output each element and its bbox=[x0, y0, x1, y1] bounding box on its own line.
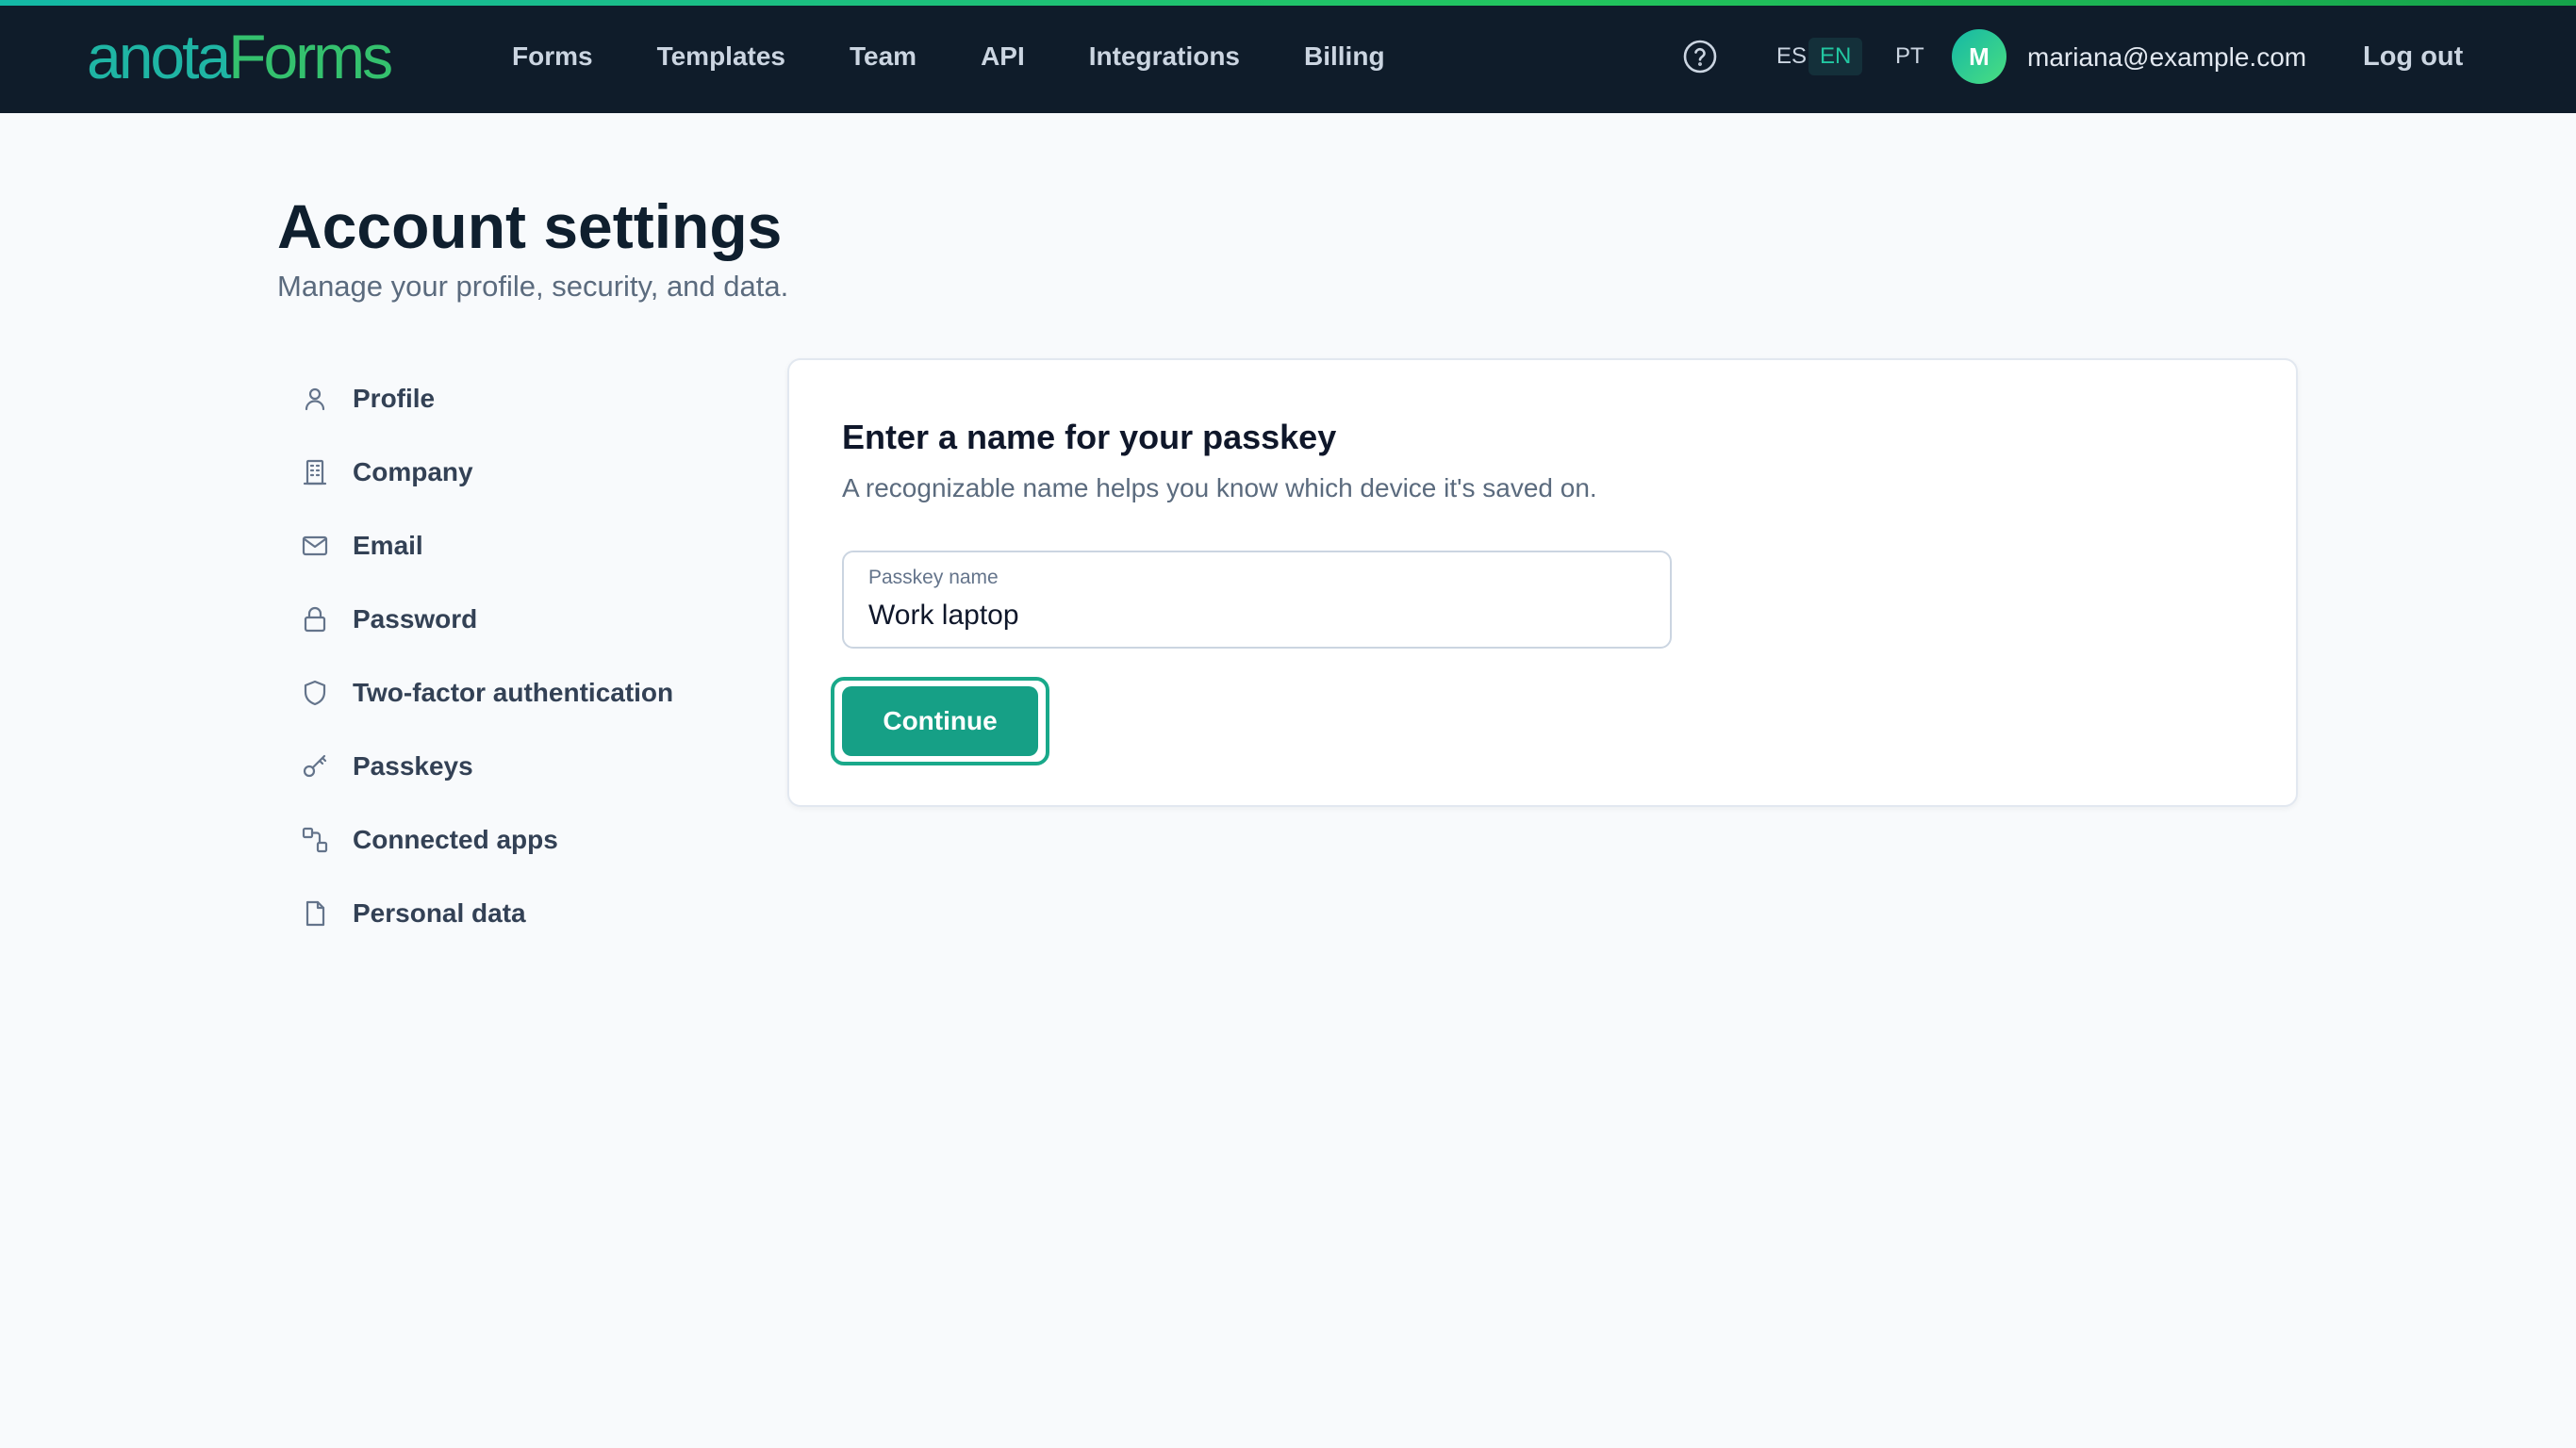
sidebar-item-passkeys[interactable]: Passkeys bbox=[277, 730, 730, 803]
brand-logo[interactable]: anotaForms bbox=[87, 22, 393, 91]
sidebar-item-label: Two-factor authentication bbox=[353, 678, 674, 707]
lock-icon bbox=[300, 604, 330, 634]
logo-word-anota: anota bbox=[87, 22, 231, 91]
passkey-name-card: Enter a name for your passkey A recogniz… bbox=[787, 358, 2298, 807]
sidebar-item-label: Profile bbox=[353, 384, 436, 413]
sidebar-item-email[interactable]: Email bbox=[277, 509, 730, 583]
key-icon bbox=[300, 751, 330, 782]
mail-icon bbox=[300, 531, 330, 561]
building-icon bbox=[300, 457, 330, 487]
card-title: Enter a name for your passkey bbox=[842, 418, 1337, 456]
nav-team[interactable]: Team bbox=[850, 41, 916, 72]
sidebar-item-personal-data[interactable]: Personal data bbox=[277, 877, 730, 950]
shield-icon bbox=[300, 678, 330, 708]
main-nav: Forms Templates Team API Integrations Bi… bbox=[512, 0, 1449, 113]
sidebar-item-two-factor[interactable]: Two-factor authentication bbox=[277, 656, 730, 730]
sidebar-item-password[interactable]: Password bbox=[277, 583, 730, 656]
nav-integrations[interactable]: Integrations bbox=[1089, 41, 1240, 72]
sidebar-item-label: Password bbox=[353, 604, 478, 634]
sidebar-item-label: Connected apps bbox=[353, 825, 558, 854]
page-subtitle: Manage your profile, security, and data. bbox=[277, 270, 789, 303]
user-email[interactable]: mariana@example.com bbox=[2027, 41, 2306, 74]
continue-button[interactable]: Continue bbox=[842, 686, 1038, 756]
passkey-name-input[interactable]: Passkey name Work laptop bbox=[842, 551, 1672, 649]
sidebar-item-label: Personal data bbox=[353, 898, 526, 928]
logo-word-forms: Forms bbox=[228, 22, 393, 91]
sidebar-item-label: Passkeys bbox=[353, 751, 473, 781]
sidebar-item-label: Company bbox=[353, 457, 473, 486]
nav-billing[interactable]: Billing bbox=[1304, 41, 1385, 72]
user-icon bbox=[300, 384, 330, 414]
sidebar-item-connected-apps[interactable]: Connected apps bbox=[277, 803, 730, 877]
user-avatar[interactable]: M bbox=[1952, 29, 2006, 84]
sidebar-item-company[interactable]: Company bbox=[277, 436, 730, 509]
file-icon bbox=[300, 898, 330, 929]
nav-templates[interactable]: Templates bbox=[657, 41, 785, 72]
settings-sidebar: Profile Company Email Password Two-facto… bbox=[277, 362, 730, 950]
passkey-name-label: Passkey name bbox=[868, 567, 999, 588]
card-description: A recognizable name helps you know which… bbox=[842, 473, 1597, 502]
sidebar-item-label: Email bbox=[353, 531, 423, 560]
passkey-name-value: Work laptop bbox=[868, 600, 1019, 631]
language-pt[interactable]: PT bbox=[1884, 38, 1936, 75]
logout-button[interactable]: Log out bbox=[2363, 40, 2463, 74]
top-navigation-bar: anotaForms Forms Templates Team API Inte… bbox=[0, 0, 2576, 113]
nav-api[interactable]: API bbox=[981, 41, 1025, 72]
language-en-active[interactable]: EN bbox=[1808, 38, 1863, 75]
link-apps-icon bbox=[300, 825, 330, 855]
page-title: Account settings bbox=[277, 191, 783, 261]
nav-forms[interactable]: Forms bbox=[512, 41, 593, 72]
sidebar-item-profile[interactable]: Profile bbox=[277, 362, 730, 436]
help-question-icon[interactable] bbox=[1682, 39, 1718, 74]
